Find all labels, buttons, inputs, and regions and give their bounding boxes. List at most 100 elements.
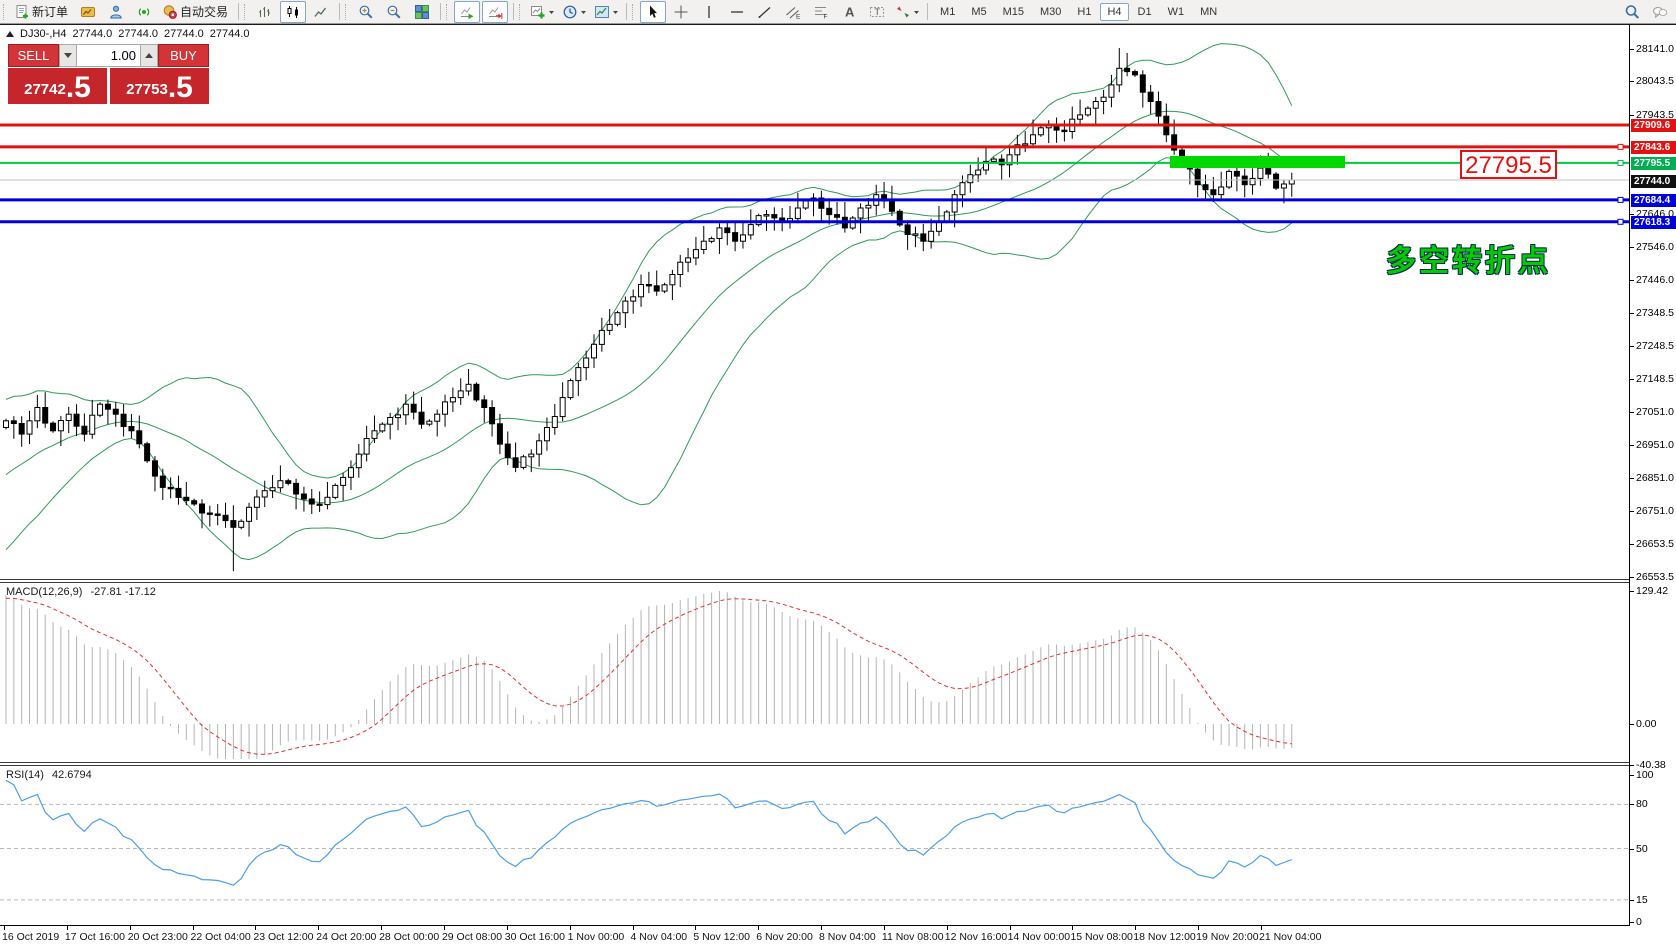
chart-ohlc-header: DJ30-,H4 27744.0 27744.0 27744.0 27744.0 — [6, 28, 256, 40]
axis-tick-mark — [1630, 765, 1634, 766]
new-order-button[interactable]: 新订单 — [11, 1, 73, 23]
text-tool[interactable]: A — [836, 1, 862, 23]
chat-icon — [1652, 3, 1669, 20]
buy-price-button[interactable]: 27753.5 — [110, 68, 209, 104]
time-tick-label: 15 Nov 08:00 — [1070, 931, 1132, 943]
price-axis[interactable]: 28141.028043.527943.527646.027546.027446… — [1629, 24, 1676, 926]
turning-point-annotation[interactable]: 多空转折点 — [1386, 236, 1551, 280]
time-tick-label: 21 Nov 04:00 — [1259, 931, 1321, 943]
timeframe-h1[interactable]: H1 — [1070, 3, 1098, 21]
timeframe-h4[interactable]: H4 — [1100, 3, 1128, 21]
bar-chart-button[interactable] — [252, 1, 278, 23]
volume-input[interactable] — [77, 44, 140, 67]
timeframe-mn[interactable]: MN — [1193, 3, 1224, 21]
trendline-tool[interactable] — [752, 1, 778, 23]
market-watch-button[interactable] — [75, 1, 101, 23]
macd-canvas[interactable] — [0, 583, 1629, 762]
crosshair-tool[interactable] — [668, 1, 694, 23]
timeframe-w1[interactable]: W1 — [1161, 3, 1192, 21]
timeframe-m5[interactable]: M5 — [964, 3, 993, 21]
axis-tick-mark — [1630, 49, 1634, 50]
rsi-value: 42.6794 — [52, 769, 92, 781]
time-tick-mark — [1010, 926, 1011, 930]
axis-tick-label: 26851.0 — [1636, 472, 1674, 484]
candlestick-canvas[interactable] — [0, 25, 1629, 579]
time-tick-label: 14 Nov 00:00 — [1008, 931, 1070, 943]
timeframe-d1[interactable]: D1 — [1131, 3, 1159, 21]
time-tick-mark — [570, 926, 571, 930]
time-tick-mark — [1135, 926, 1136, 930]
highlight-bar-object[interactable] — [1170, 156, 1345, 168]
templates-button[interactable] — [591, 1, 621, 23]
sell-price-button[interactable]: 27742.5 — [8, 68, 107, 104]
chart-symbol-label: DJ30-,H4 — [20, 28, 66, 40]
volume-decrease-button[interactable] — [59, 44, 77, 67]
timeframe-m15[interactable]: M15 — [996, 3, 1031, 21]
axis-tick-label: 28043.5 — [1636, 75, 1674, 87]
buy-button[interactable]: BUY — [158, 44, 209, 67]
profile-button[interactable] — [103, 1, 129, 23]
rsi-canvas[interactable] — [0, 766, 1629, 925]
cursor-tool[interactable] — [640, 1, 666, 23]
tile-windows-button[interactable] — [409, 1, 435, 23]
chart-line-icon — [313, 3, 330, 20]
channel-tool[interactable]: E — [780, 1, 806, 23]
axis-tick-mark — [1630, 346, 1634, 347]
time-tick-label: 11 Nov 08:00 — [882, 931, 944, 943]
ohlc-close: 27744.0 — [210, 28, 250, 40]
axis-tick-mark — [1630, 849, 1634, 850]
rsi-name: RSI(14) — [6, 769, 44, 781]
macd-name: MACD(12,26,9) — [6, 586, 82, 598]
person-icon — [108, 3, 125, 20]
axis-tick-label: 27051.0 — [1636, 406, 1674, 418]
time-tick-mark — [695, 926, 696, 930]
ohlc-high: 27744.0 — [118, 28, 158, 40]
template-chart-icon — [593, 3, 610, 20]
chat-icon[interactable] — [1647, 1, 1673, 23]
volume-increase-button[interactable] — [140, 44, 158, 67]
time-tick-label: 4 Nov 04:00 — [631, 931, 688, 943]
timeframe-m30[interactable]: M30 — [1033, 3, 1068, 21]
axis-tick-label: 15 — [1636, 894, 1648, 906]
price-callout-label[interactable]: 27795.5 — [1460, 150, 1557, 179]
toolbar-grip — [446, 4, 450, 20]
zoom-in-button[interactable] — [353, 1, 379, 23]
auto-scroll-button[interactable] — [454, 1, 480, 23]
axis-tick-mark — [1630, 775, 1634, 776]
time-tick-mark — [1072, 926, 1073, 930]
vertical-line-tool[interactable] — [696, 1, 722, 23]
ohlc-low: 27744.0 — [164, 28, 204, 40]
fibonacci-tool[interactable]: F — [808, 1, 834, 23]
chart-shift-button[interactable] — [482, 1, 508, 23]
time-tick-mark — [633, 926, 634, 930]
shift-end-icon — [487, 3, 504, 20]
periods-button[interactable] — [559, 1, 589, 23]
axis-tick-mark — [1630, 379, 1634, 380]
search-icon[interactable] — [1619, 1, 1645, 23]
sell-button[interactable]: SELL — [8, 44, 59, 67]
clock-icon — [561, 3, 578, 20]
candlestick-chart-button[interactable] — [280, 1, 306, 23]
line-chart-button[interactable] — [308, 1, 334, 23]
horizontal-line-tool[interactable] — [724, 1, 750, 23]
collapse-icon[interactable] — [6, 31, 14, 37]
vline-icon — [701, 3, 718, 20]
axis-tick-mark — [1630, 247, 1634, 248]
chart-candles-icon — [285, 3, 302, 20]
label-tool[interactable]: T — [864, 1, 890, 23]
auto-trading-button[interactable]: 自动交易 — [159, 1, 233, 23]
add-chart-icon — [529, 3, 546, 20]
toolbar-separator — [513, 3, 514, 20]
axis-tick-label: 129.42 — [1636, 585, 1668, 597]
buy-price-frac: .5 — [168, 74, 193, 102]
timeframe-m1[interactable]: M1 — [933, 3, 962, 21]
axis-tick-mark — [1630, 313, 1634, 314]
trendline-icon — [757, 3, 774, 20]
new-chart-button[interactable] — [527, 1, 557, 23]
time-tick-mark — [130, 926, 131, 930]
signal-button[interactable] — [131, 1, 157, 23]
arrows-tool[interactable] — [892, 1, 922, 23]
time-axis[interactable]: 16 Oct 201917 Oct 16:0020 Oct 23:0022 Oc… — [0, 926, 1629, 948]
axis-tick-mark — [1630, 214, 1634, 215]
zoom-out-button[interactable] — [381, 1, 407, 23]
